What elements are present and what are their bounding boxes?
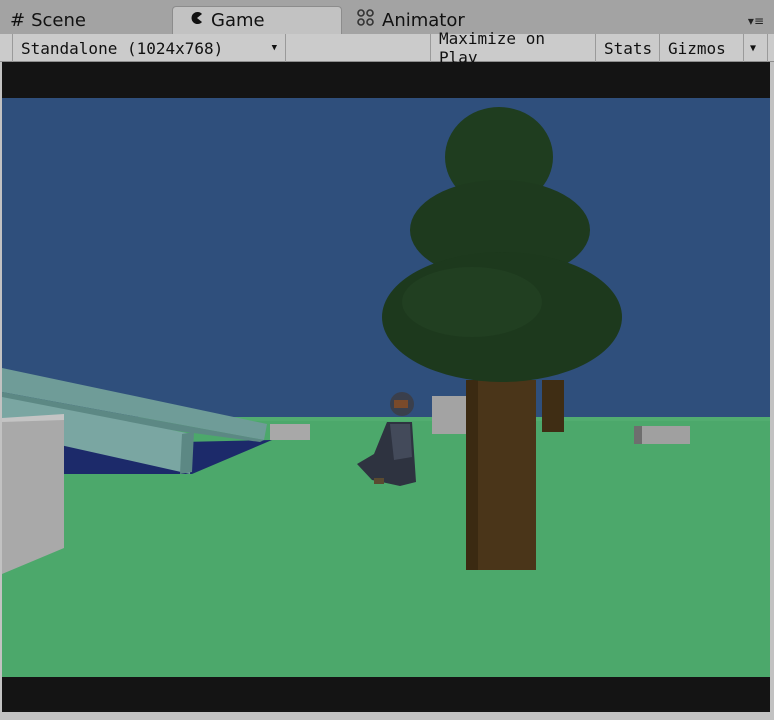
game-scene: [2, 62, 770, 712]
small-block-1: [270, 424, 310, 440]
maximize-on-play-toggle[interactable]: Maximize on Play: [430, 29, 596, 67]
grid-icon: #: [10, 9, 26, 31]
tab-scene[interactable]: # Scene: [10, 6, 86, 34]
panel-menu-icon[interactable]: ▾≡: [748, 14, 764, 28]
ground: [2, 457, 770, 677]
dropdown-arrow-icon: ▼: [271, 43, 277, 53]
letterbox-bottom: [2, 677, 770, 712]
grey-box: [2, 418, 64, 574]
editor-tab-strip: # Scene Game Animator ▾≡: [0, 0, 774, 34]
stats-toggle[interactable]: Stats: [596, 34, 660, 62]
gizmos-toggle[interactable]: Gizmos: [660, 34, 744, 62]
stats-label: Stats: [604, 38, 653, 58]
resolution-label: Standalone (1024x768): [21, 38, 224, 58]
animator-icon: [356, 8, 376, 32]
tab-game[interactable]: Game: [172, 6, 342, 34]
game-toolbar: Standalone (1024x768) ▼ Maximize on Play…: [0, 29, 774, 67]
gizmos-label: Gizmos: [668, 38, 726, 58]
game-viewport[interactable]: [2, 62, 770, 712]
tab-game-label: Game: [211, 10, 265, 31]
distant-trunk: [542, 380, 564, 432]
gizmos-dropdown-icon[interactable]: ▼: [744, 34, 768, 62]
tab-animator-label: Animator: [382, 9, 465, 31]
resolution-dropdown[interactable]: Standalone (1024x768) ▼: [12, 34, 286, 62]
small-block-2: [432, 396, 466, 434]
pacman-icon: [189, 10, 205, 31]
small-block-3: [634, 426, 690, 444]
tab-scene-label: Scene: [31, 9, 86, 31]
letterbox-top: [2, 62, 770, 98]
